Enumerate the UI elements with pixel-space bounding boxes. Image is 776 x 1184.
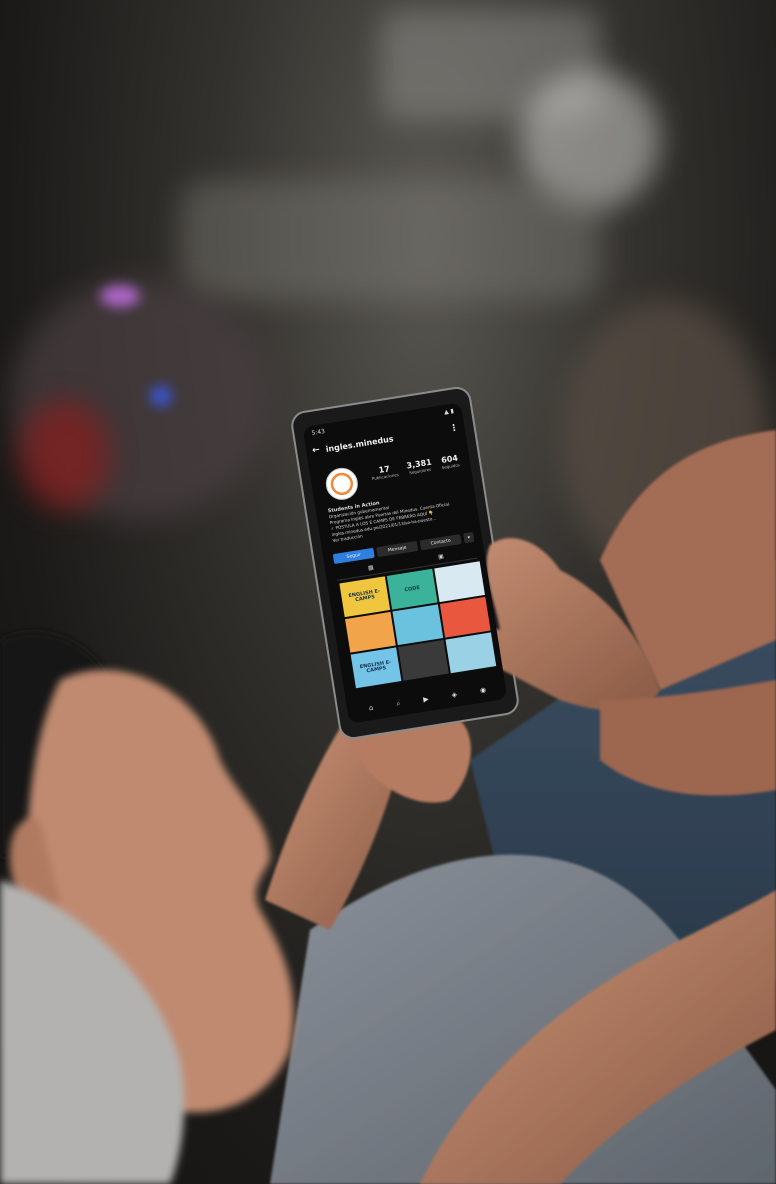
grid-tab-icon[interactable]: ▦	[367, 564, 374, 575]
post-thumbnail[interactable]	[392, 604, 444, 646]
status-time: 5:43	[311, 427, 326, 437]
post-thumbnail[interactable]	[439, 596, 491, 638]
reels-icon[interactable]: ▶	[423, 695, 430, 704]
contact-button[interactable]: Contacto	[419, 534, 462, 551]
profile-username: ingles.minedus	[325, 433, 395, 454]
profile-icon[interactable]: ◉	[479, 686, 486, 695]
search-icon[interactable]: ⌕	[396, 699, 401, 709]
stat-followers[interactable]: 3,381 Seguidores	[406, 458, 433, 476]
stat-posts[interactable]: 17 Publicaciones	[370, 463, 400, 481]
post-thumbnail[interactable]	[345, 611, 396, 653]
status-icons: ▲ ▮	[443, 407, 455, 416]
avatar[interactable]	[323, 465, 361, 503]
message-button[interactable]: Mensaje	[376, 540, 419, 558]
post-thumbnail[interactable]: CODE	[386, 568, 438, 610]
follow-button[interactable]: Seguir	[332, 547, 375, 565]
post-thumbnail[interactable]: ENGLISH E-CAMPS	[339, 576, 391, 618]
home-icon[interactable]: ⌂	[368, 704, 374, 713]
more-options-icon[interactable]: ⋮	[449, 423, 459, 434]
back-arrow-icon[interactable]: ←	[312, 445, 321, 456]
post-thumbnail[interactable]	[434, 561, 485, 603]
post-thumbnail[interactable]: ENGLISH E-CAMPS	[350, 647, 402, 689]
post-thumbnail[interactable]	[398, 639, 449, 681]
stat-following[interactable]: 604 Seguidos	[440, 453, 460, 470]
photo-scene: 5:43 ▲ ▮ ← ingles.minedus ⋮ 17 Publicaci…	[0, 0, 776, 1184]
post-thumbnail[interactable]	[445, 632, 497, 674]
post-grid: ENGLISH E-CAMPS CODE ENGLISH E-CAMPS	[339, 561, 497, 689]
tagged-tab-icon[interactable]: ▣	[438, 553, 445, 564]
shop-icon[interactable]: ◈	[451, 691, 458, 700]
profile-stats: 17 Publicaciones 3,381 Seguidores 604 Se…	[366, 453, 465, 482]
chevron-down-icon[interactable]: ▾	[463, 531, 475, 544]
